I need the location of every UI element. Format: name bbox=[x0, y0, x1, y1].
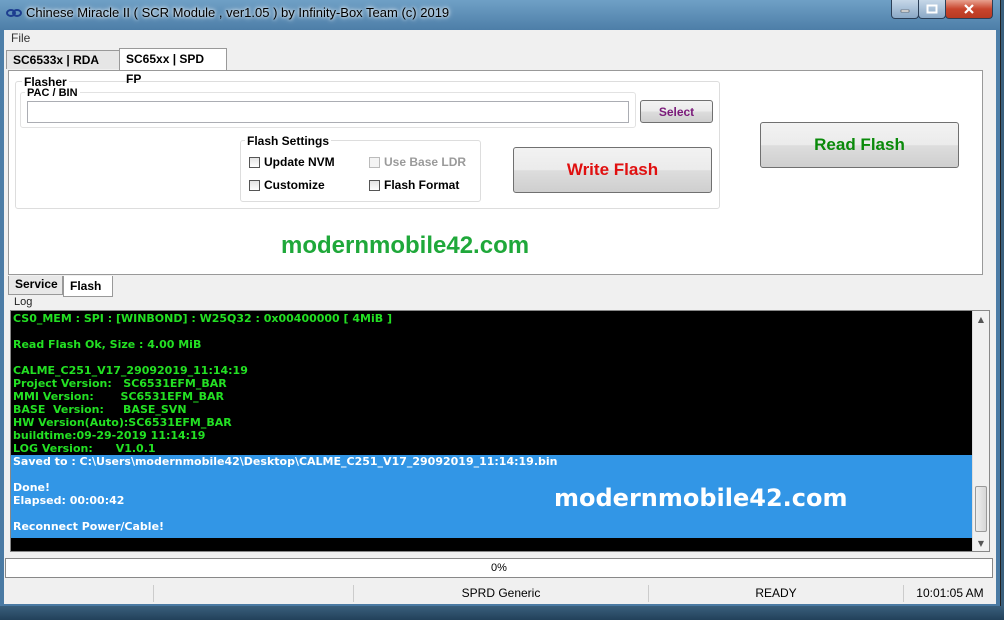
status-bar: SPRD Generic READY 10:01:05 AM bbox=[4, 583, 996, 604]
app-logo-icon bbox=[6, 9, 22, 17]
flash-format-option[interactable]: Flash Format bbox=[369, 178, 459, 192]
status-cell-2 bbox=[153, 585, 353, 602]
log-line: Reconnect Power/Cable! bbox=[13, 520, 165, 533]
select-button[interactable]: Select bbox=[640, 100, 713, 123]
status-cell-1 bbox=[6, 585, 153, 602]
scroll-down-arrow-icon[interactable]: ▼ bbox=[973, 535, 989, 551]
use-base-ldr-label: Use Base LDR bbox=[384, 155, 467, 169]
menu-bar: File bbox=[4, 30, 996, 46]
log-line: HW Version(Auto):SC6531EFM_BAR bbox=[13, 416, 232, 429]
scroll-thumb[interactable] bbox=[975, 486, 987, 532]
close-button[interactable] bbox=[945, 0, 993, 19]
minimize-button[interactable] bbox=[891, 0, 919, 19]
title-bar[interactable]: Chinese Miracle II ( SCR Module , ver1.0… bbox=[0, 0, 1000, 26]
pac-file-input[interactable] bbox=[27, 101, 629, 123]
log-line: CALME_C251_V17_29092019_11:14:19 bbox=[13, 364, 248, 377]
log-line: Project Version: SC6531EFM_BAR bbox=[13, 377, 227, 390]
use-base-ldr-checkbox bbox=[369, 156, 380, 168]
log-line: Done! bbox=[13, 481, 50, 494]
pac-bin-group: PAC / BIN bbox=[20, 87, 636, 128]
client-area: File SC6533x | RDA SC SC65xx | SPD FP Fl… bbox=[4, 30, 996, 604]
spd-fp-panel: Flasher PAC / BIN Select Flash Settings … bbox=[8, 70, 983, 275]
log-scrollbar[interactable]: ▲ ▼ bbox=[972, 311, 989, 551]
flash-settings-label: Flash Settings bbox=[245, 134, 332, 148]
progress-bar: 0% bbox=[5, 558, 993, 578]
tab-sc65xx-spd-fp[interactable]: SC65xx | SPD FP bbox=[119, 48, 227, 86]
flash-format-label: Flash Format bbox=[384, 178, 460, 192]
use-base-ldr-option: Use Base LDR bbox=[369, 155, 466, 169]
app-window: Chinese Miracle II ( SCR Module , ver1.0… bbox=[0, 0, 1001, 606]
status-device: SPRD Generic bbox=[353, 585, 648, 602]
status-time: 10:01:05 AM bbox=[903, 585, 996, 602]
scroll-up-arrow-icon[interactable]: ▲ bbox=[973, 311, 989, 327]
menu-file[interactable]: File bbox=[11, 31, 30, 45]
tab-service[interactable]: Service bbox=[8, 276, 63, 295]
customize-option[interactable]: Customize bbox=[249, 178, 325, 192]
log-line: CS0_MEM : SPI : [WINBOND] : W25Q32 : 0x0… bbox=[13, 312, 393, 325]
log-watermark-text: modernmobile42.com bbox=[554, 484, 848, 512]
flasher-group: Flasher PAC / BIN Select Flash Settings … bbox=[15, 75, 720, 209]
update-nvm-checkbox[interactable] bbox=[249, 156, 260, 168]
customize-checkbox[interactable] bbox=[249, 179, 260, 191]
flash-format-checkbox[interactable] bbox=[369, 179, 380, 191]
pac-bin-label: PAC / BIN bbox=[25, 87, 80, 99]
log-output[interactable]: CS0_MEM : SPI : [WINBOND] : W25Q32 : 0x0… bbox=[10, 310, 990, 552]
log-label: Log bbox=[14, 296, 33, 308]
log-line: Elapsed: 00:00:42 bbox=[13, 494, 125, 507]
taskbar bbox=[0, 606, 1004, 620]
write-flash-button[interactable]: Write Flash bbox=[513, 147, 712, 193]
log-line: Saved to : C:\Users\modernmobile42\Deskt… bbox=[13, 455, 558, 468]
update-nvm-label: Update NVM bbox=[264, 155, 335, 169]
maximize-icon bbox=[926, 4, 938, 14]
update-nvm-option[interactable]: Update NVM bbox=[249, 155, 335, 169]
read-flash-button[interactable]: Read Flash bbox=[760, 122, 959, 168]
function-tabs: Service Flash bbox=[8, 276, 983, 297]
minimize-icon bbox=[900, 9, 910, 13]
log-line: BASE Version: BASE_SVN bbox=[13, 403, 187, 416]
customize-label: Customize bbox=[264, 178, 325, 192]
watermark-text: modernmobile42.com bbox=[281, 232, 530, 259]
flash-settings-group: Flash Settings Update NVM Use Base LDR C… bbox=[240, 134, 481, 202]
log-line: buildtime:09-29-2019 11:14:19 bbox=[13, 429, 206, 442]
log-line: Read Flash Ok, Size : 4.00 MiB bbox=[13, 338, 202, 351]
window-title: Chinese Miracle II ( SCR Module , ver1.0… bbox=[26, 5, 450, 20]
tab-sc6533x-rda-sc[interactable]: SC6533x | RDA SC bbox=[6, 50, 120, 86]
progress-text: 0% bbox=[491, 562, 507, 574]
log-line: LOG Version: V1.0.1 bbox=[13, 442, 156, 455]
tab-flash[interactable]: Flash bbox=[63, 276, 113, 297]
log-line: MMI Version: SC6531EFM_BAR bbox=[13, 390, 224, 403]
status-state: READY bbox=[648, 585, 903, 602]
maximize-button[interactable] bbox=[918, 0, 946, 19]
module-tabs: SC6533x | RDA SC SC65xx | SPD FP bbox=[4, 48, 996, 86]
close-icon bbox=[964, 4, 974, 14]
